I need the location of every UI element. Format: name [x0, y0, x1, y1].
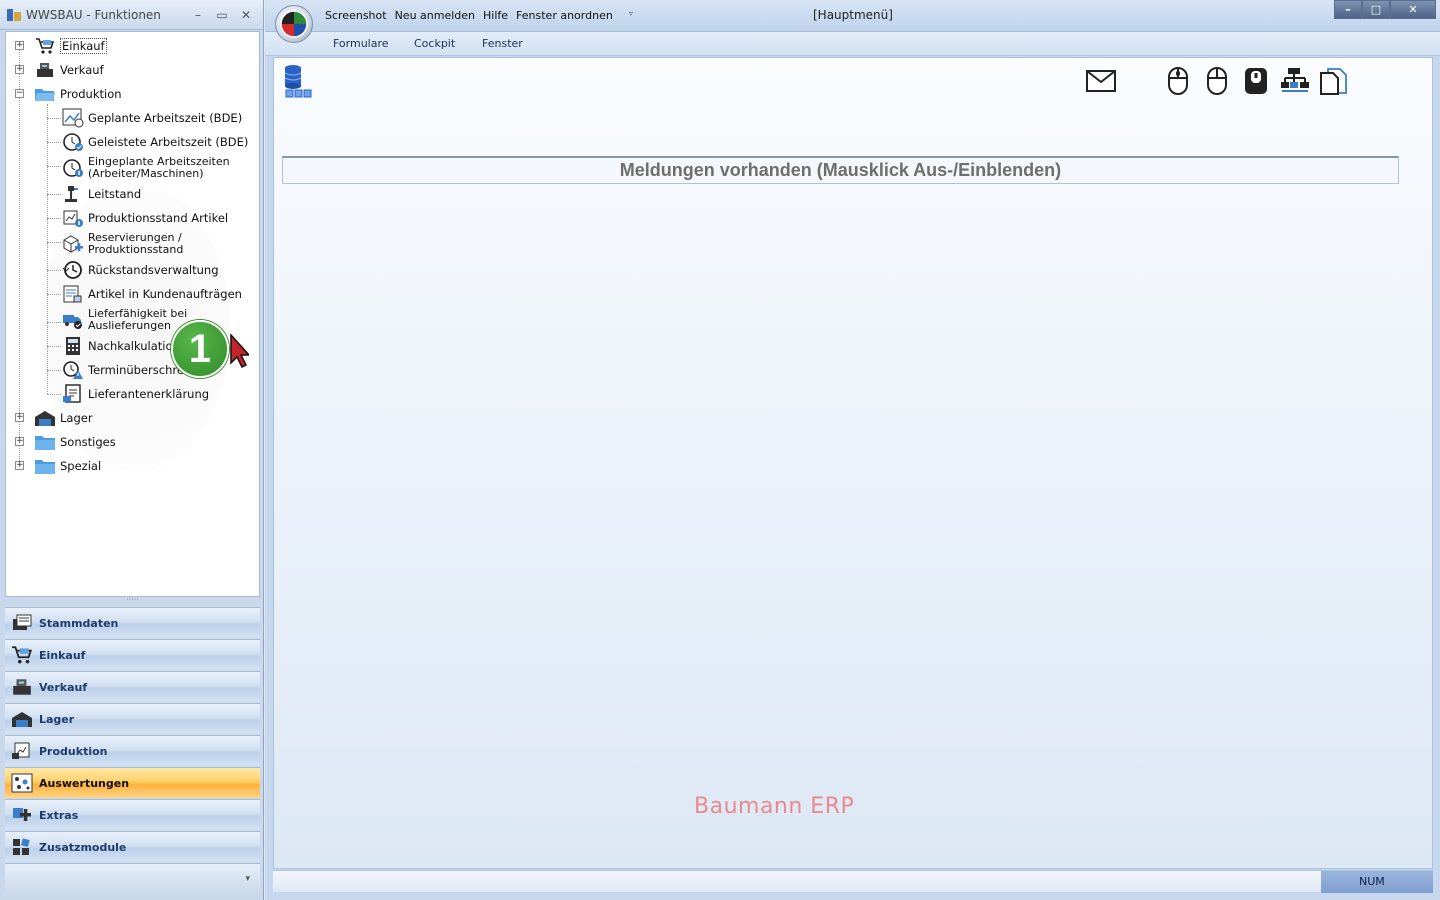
mouse-cursor-icon — [230, 334, 249, 368]
minimize-icon[interactable]: – — [1334, 0, 1362, 19]
functions-panel: WWSBAU - Funktionen – ▭ ✕ + Einkauf + Ve… — [0, 0, 264, 900]
article-orders-icon — [62, 284, 84, 304]
nav-button-extras[interactable]: Extras — [5, 799, 260, 830]
collapse-icon[interactable]: − — [15, 89, 24, 98]
qat-hilfe[interactable]: Hilfe — [483, 9, 508, 22]
hierarchy-icon[interactable] — [1280, 66, 1310, 96]
tree-item-lieferantenerklaerung[interactable]: Lieferantenerklärung — [62, 384, 209, 404]
tree-item-produktion[interactable]: Produktion — [34, 84, 122, 104]
cash-register-icon — [11, 677, 33, 697]
mouse-right-icon[interactable] — [1202, 66, 1232, 96]
reservation-icon — [62, 234, 84, 254]
status-num-indicator: NUM — [1321, 871, 1433, 893]
qat-fenster-anordnen[interactable]: Fenster anordnen — [516, 9, 613, 22]
cart-icon — [34, 36, 56, 56]
nav-button-stammdaten[interactable]: Stammdaten — [5, 607, 260, 638]
clock-info-icon — [62, 158, 84, 178]
planned-time-icon — [62, 108, 84, 128]
nav-button-produktion[interactable]: Produktion — [5, 735, 260, 766]
menu-formulare[interactable]: Formulare — [333, 37, 389, 50]
tree-item-geplante-arbeitszeit[interactable]: Geplante Arbeitszeit (BDE) — [62, 108, 242, 128]
panel-splitter[interactable]: ····· — [5, 596, 260, 605]
nav-button-einkauf[interactable]: Einkauf — [5, 639, 260, 670]
close-icon[interactable]: ✕ — [1390, 0, 1436, 19]
folder-icon — [34, 456, 56, 476]
panel-titlebar: WWSBAU - Funktionen – ▭ ✕ — [0, 0, 263, 30]
maximize-icon[interactable]: □ — [1362, 0, 1390, 19]
tree-item-einkauf[interactable]: Einkauf — [34, 36, 107, 56]
clock-check-icon — [62, 132, 84, 152]
analytics-icon — [11, 773, 33, 793]
master-data-icon — [11, 613, 33, 633]
production-status-icon — [62, 208, 84, 228]
menu-fenster[interactable]: Fenster — [482, 37, 523, 50]
qat-neu-anmelden[interactable]: Neu anmelden — [395, 9, 475, 22]
app-icon — [7, 8, 21, 21]
production-icon — [11, 741, 33, 761]
tree-item-lieferfaehigkeit[interactable]: Lieferfähigkeit bei Auslieferungen — [62, 308, 187, 332]
quick-access-toolbar: Screenshot Neu anmelden Hilfe Fenster an… — [265, 0, 1440, 43]
calculator-icon — [62, 336, 84, 356]
supplier-declaration-icon — [62, 384, 84, 404]
tree-item-spezial[interactable]: Spezial — [34, 456, 101, 476]
app-orb-button[interactable] — [275, 5, 313, 43]
window-title: [Hauptmenü] — [813, 8, 893, 22]
database-icon[interactable] — [283, 64, 313, 103]
main-window: Screenshot Neu anmelden Hilfe Fenster an… — [265, 0, 1440, 900]
tree-item-leitstand[interactable]: Leitstand — [62, 184, 141, 204]
tree-item-rueckstandsverwaltung[interactable]: Rückstandsverwaltung — [62, 260, 219, 280]
cart-icon — [11, 645, 33, 665]
backlog-clock-icon — [62, 260, 84, 280]
open-folder-icon — [34, 84, 56, 104]
status-bar: NUM — [273, 870, 1433, 893]
nav-button-zusatzmodule[interactable]: Zusatzmodule — [5, 831, 260, 862]
minimize-icon[interactable]: – — [191, 8, 205, 22]
tree-item-geleistete-arbeitszeit[interactable]: Geleistete Arbeitszeit (BDE) — [62, 132, 248, 152]
tree-item-verkauf[interactable]: Verkauf — [34, 60, 104, 80]
control-station-icon — [62, 184, 84, 204]
warehouse-icon — [11, 709, 33, 729]
nav-footer[interactable]: ▾ — [5, 863, 260, 895]
tree-item-artikel-in-kundenauftraegen[interactable]: Artikel in Kundenaufträgen — [62, 284, 242, 304]
expand-icon[interactable]: + — [15, 41, 24, 50]
nav-button-lager[interactable]: Lager — [5, 703, 260, 734]
maximize-icon[interactable]: ▭ — [215, 8, 229, 22]
step-badge: 1 — [171, 320, 229, 378]
tree-item-eingeplante-arbeitszeiten[interactable]: Eingeplante Arbeitszeiten (Arbeiter/Masch… — [62, 156, 230, 180]
menu-bar: Formulare Cockpit Fenster — [265, 32, 1440, 56]
delivery-truck-icon — [62, 310, 84, 330]
main-content: Meldungen vorhanden (Mausklick Aus-/Einb… — [273, 57, 1433, 869]
tree-item-produktionsstand-artikel[interactable]: Produktionsstand Artikel — [62, 208, 228, 228]
modules-icon — [11, 837, 33, 857]
tree-item-reservierungen[interactable]: Reservierungen / Produktionsstand — [62, 232, 183, 256]
nav-button-verkauf[interactable]: Verkauf — [5, 671, 260, 702]
mail-icon[interactable] — [1086, 66, 1116, 96]
warehouse-icon — [34, 408, 56, 428]
function-tree: + Einkauf + Verkauf − Produktion Geplant… — [5, 31, 260, 597]
brand-watermark: Baumann ERP — [694, 794, 855, 819]
tree-item-nachkalkulation[interactable]: Nachkalkulation — [62, 336, 180, 356]
qat-customize-icon[interactable]: ▿ — [629, 9, 633, 22]
tree-item-sonstiges[interactable]: Sonstiges — [34, 432, 116, 452]
cash-register-icon — [34, 60, 56, 80]
menu-cockpit[interactable]: Cockpit — [414, 37, 455, 50]
extras-icon — [11, 805, 33, 825]
nav-button-auswertungen[interactable]: Auswertungen — [5, 767, 260, 798]
qat-screenshot[interactable]: Screenshot — [325, 9, 387, 22]
chevron-down-icon[interactable]: ▾ — [245, 874, 250, 884]
folder-icon — [34, 432, 56, 452]
deadline-warning-icon — [62, 360, 84, 380]
panel-title: WWSBAU - Funktionen — [26, 7, 161, 22]
messages-bar[interactable]: Meldungen vorhanden (Mausklick Aus-/Einb… — [282, 156, 1399, 184]
mouse-dark-icon[interactable] — [1241, 66, 1271, 96]
expand-icon[interactable]: + — [15, 437, 24, 446]
mouse-left-icon[interactable] — [1163, 66, 1193, 96]
app-logo-icon — [280, 10, 308, 38]
expand-icon[interactable]: + — [15, 413, 24, 422]
close-icon[interactable]: ✕ — [239, 8, 253, 22]
tree-item-lager[interactable]: Lager — [34, 408, 93, 428]
documents-icon[interactable] — [1319, 66, 1349, 96]
expand-icon[interactable]: + — [15, 461, 24, 470]
expand-icon[interactable]: + — [15, 65, 24, 74]
